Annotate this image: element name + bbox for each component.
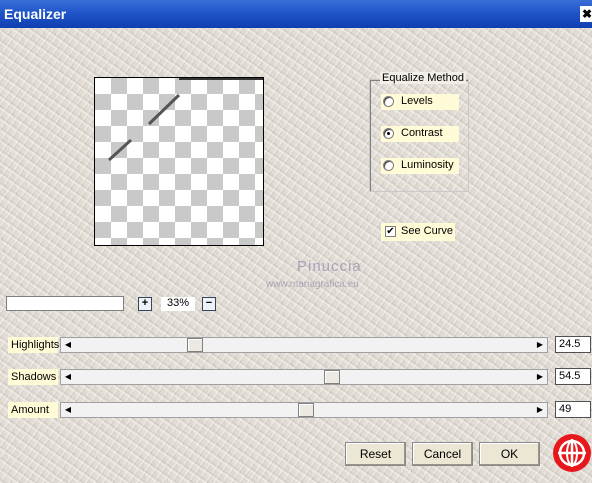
zoom-bar[interactable] [6,296,124,311]
shadows-slider[interactable]: ◀ ▶ [60,369,548,385]
zoom-out-button[interactable]: − [202,297,216,311]
highlights-slider[interactable]: ◀ ▶ [60,337,548,353]
highlights-left-arrow-icon[interactable]: ◀ [61,338,75,352]
amount-label: Amount [8,402,58,418]
radio-label-contrast: Contrast [401,127,443,139]
radio-contrast[interactable] [383,128,394,139]
highlights-thumb[interactable] [186,338,203,352]
shadows-value-field[interactable]: 54.5 [555,368,591,385]
amount-left-arrow-icon[interactable]: ◀ [61,403,75,417]
see-curve-checkbox[interactable]: ✔ [385,226,396,237]
reset-button[interactable]: Reset [345,442,406,466]
cancel-button[interactable]: Cancel [412,442,473,466]
radio-label-luminosity: Luminosity [401,159,454,171]
shadows-label: Shadows [8,369,58,385]
ok-button[interactable]: OK [479,442,540,466]
equalize-method-title: Equalize Method [380,72,466,84]
checkmark-icon: ✔ [386,226,395,237]
close-icon: ✖ [581,7,592,21]
shadows-left-arrow-icon[interactable]: ◀ [61,370,75,384]
curve-segment-upper [147,93,181,126]
radio-levels[interactable] [383,96,394,107]
watermark-title: Pinuccia [297,258,362,275]
close-button[interactable]: ✖ [580,6,592,22]
amount-slider[interactable]: ◀ ▶ [60,402,548,418]
zoom-value: 33% [161,297,195,311]
highlights-value-field[interactable]: 24.5 [555,336,591,353]
plus-icon: + [141,297,149,309]
highlights-right-arrow-icon[interactable]: ▶ [533,338,547,352]
radio-selected-dot [387,132,390,135]
watermark-url: www.mariagrafica.eu [266,279,359,290]
curve-segment-lower [107,138,133,162]
shadows-right-arrow-icon[interactable]: ▶ [533,370,547,384]
radio-luminosity[interactable] [383,160,394,171]
highlights-label: Highlights [8,337,59,353]
title-bar: Equalizer ✖ [0,0,592,28]
radio-label-levels: Levels [401,95,433,107]
zoom-in-button[interactable]: + [138,297,152,311]
app-logo-icon [553,434,591,472]
preview-canvas[interactable] [94,77,264,246]
window-title: Equalizer [4,6,67,22]
amount-value-field[interactable]: 49 [555,401,591,418]
amount-right-arrow-icon[interactable]: ▶ [533,403,547,417]
see-curve-label: See Curve [401,225,453,237]
amount-thumb[interactable] [298,403,315,417]
preview-curve [107,78,263,162]
minus-icon: − [205,297,213,309]
shadows-thumb[interactable] [323,370,340,384]
